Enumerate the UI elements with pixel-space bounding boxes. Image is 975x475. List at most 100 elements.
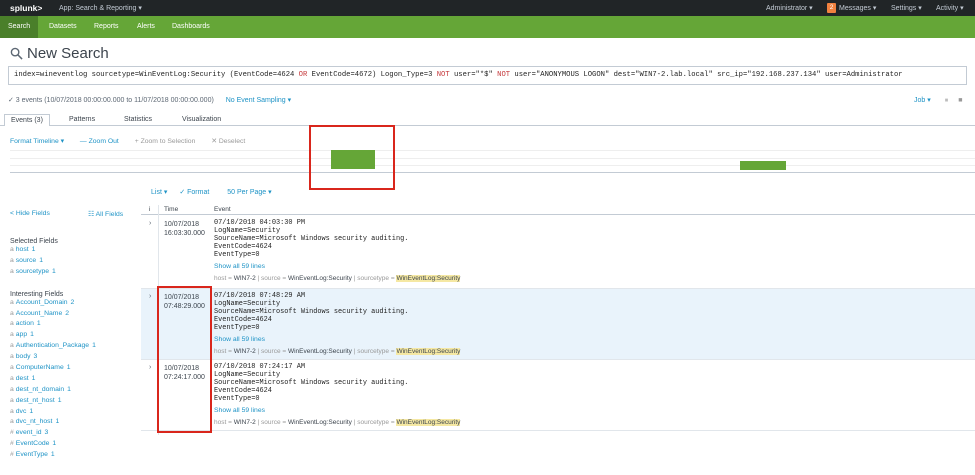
format-timeline-menu[interactable]: Format Timeline ▾: [10, 138, 64, 145]
timeline-chart[interactable]: [10, 148, 975, 176]
meta-sourcetype-value[interactable]: WinEventLog:Security: [396, 419, 461, 426]
field-name[interactable]: dest_nt_domain: [16, 386, 64, 393]
messages-menu[interactable]: Messages ▾: [839, 4, 876, 12]
nav-dashboards[interactable]: Dashboards: [172, 16, 210, 38]
activity-menu[interactable]: Activity ▾: [936, 4, 964, 12]
zoom-to-selection-button[interactable]: + Zoom to Selection: [135, 138, 196, 145]
field-name[interactable]: sourcetype: [16, 268, 49, 275]
field-item[interactable]: a dvc 1: [10, 407, 150, 418]
meta-source-value[interactable]: WinEventLog:Security: [288, 348, 352, 355]
tab-events[interactable]: Events (3): [4, 114, 50, 126]
field-item[interactable]: a Authentication_Package 1: [10, 341, 150, 352]
deselect-button[interactable]: ✕ Deselect: [211, 138, 245, 145]
field-name[interactable]: body: [16, 353, 31, 360]
event-sampling-dropdown[interactable]: No Event Sampling ▾: [226, 97, 291, 104]
field-name[interactable]: dest: [16, 375, 29, 382]
field-item[interactable]: # EventType 1: [10, 450, 150, 461]
event-row[interactable]: › 10/07/2018 07:48:29.000 07/10/2018 07:48:…: [141, 289, 975, 360]
field-name[interactable]: action: [16, 320, 34, 327]
field-name[interactable]: Account_Domain: [16, 299, 68, 306]
format-menu[interactable]: ✓ Format: [179, 189, 209, 196]
fields-sidebar: < Hide Fields ☷ All Fields Selected Fiel…: [10, 210, 150, 461]
meta-sourcetype-value[interactable]: WinEventLog:Security: [396, 275, 461, 282]
field-item[interactable]: a ComputerName 1: [10, 363, 150, 374]
stop-icon[interactable]: ■: [958, 97, 962, 104]
meta-source-value[interactable]: WinEventLog:Security: [288, 275, 352, 282]
field-item[interactable]: a dest_nt_host 1: [10, 396, 150, 407]
job-menu[interactable]: Job ▾ ⏸ ■: [914, 96, 962, 105]
tab-statistics[interactable]: Statistics: [118, 114, 158, 126]
nav-datasets[interactable]: Datasets: [49, 16, 77, 38]
show-all-lines-link[interactable]: Show all 59 lines: [214, 336, 265, 343]
field-name[interactable]: dest_nt_host: [16, 397, 55, 404]
field-name[interactable]: app: [16, 331, 27, 338]
field-item[interactable]: a sourcetype 1: [10, 267, 150, 278]
field-count: 1: [55, 418, 60, 426]
field-item[interactable]: # event_id 3: [10, 428, 150, 439]
field-item[interactable]: # EventCode 1: [10, 439, 150, 450]
field-item[interactable]: a dest 1: [10, 374, 150, 385]
meta-source-value[interactable]: WinEventLog:Security: [288, 419, 352, 426]
field-item[interactable]: a Account_Name 2: [10, 309, 150, 320]
event-time[interactable]: 10/07/2018 16:03:30.000: [164, 220, 205, 238]
timeline-gridline: [10, 158, 975, 159]
field-type-icon: a: [10, 418, 14, 426]
show-all-lines-link[interactable]: Show all 59 lines: [214, 263, 265, 270]
expand-chevron-icon[interactable]: ›: [149, 293, 151, 300]
hide-fields-button[interactable]: < Hide Fields: [10, 210, 50, 217]
field-item[interactable]: a dvc_nt_host 1: [10, 417, 150, 428]
show-all-lines-link[interactable]: Show all 59 lines: [214, 407, 265, 414]
event-metadata: host = WIN7-2 | source = WinEventLog:Sec…: [214, 275, 461, 282]
query-text: user="*$": [449, 71, 498, 79]
tab-patterns[interactable]: Patterns: [63, 114, 101, 126]
field-name[interactable]: EventCode: [16, 440, 50, 447]
expand-chevron-icon[interactable]: ›: [149, 220, 151, 227]
field-name[interactable]: EventType: [16, 451, 48, 458]
field-name[interactable]: dvc_nt_host: [16, 418, 53, 425]
nav-reports[interactable]: Reports: [94, 16, 119, 38]
field-name[interactable]: event_id: [16, 429, 42, 436]
field-item[interactable]: a source 1: [10, 256, 150, 267]
nav-search[interactable]: Search: [0, 16, 39, 38]
meta-sourcetype-value[interactable]: WinEventLog:Security: [396, 348, 461, 355]
field-type-icon: a: [10, 331, 14, 339]
field-name[interactable]: Authentication_Package: [16, 342, 89, 349]
field-type-icon: a: [10, 298, 14, 306]
nav-alerts[interactable]: Alerts: [137, 16, 155, 38]
per-page-menu[interactable]: 50 Per Page ▾: [227, 189, 271, 196]
field-name[interactable]: ComputerName: [16, 364, 64, 371]
event-row[interactable]: › 10/07/2018 07:24:17.000 07/10/2018 07:24:…: [141, 360, 975, 431]
expand-chevron-icon[interactable]: ›: [149, 364, 151, 371]
app-menu[interactable]: App: Search & Reporting ▾: [59, 4, 142, 12]
meta-host-value[interactable]: WIN7-2: [234, 348, 256, 355]
field-count: 2: [65, 309, 70, 317]
all-fields-button[interactable]: ☷ All Fields: [88, 210, 123, 218]
field-type-icon: #: [10, 440, 14, 448]
query-text: EventCode=4672) Logon_Type=3: [307, 71, 437, 79]
meta-host-value[interactable]: WIN7-2: [234, 275, 256, 282]
tab-visualization[interactable]: Visualization: [176, 114, 227, 126]
field-name[interactable]: host: [16, 246, 29, 253]
event-text: 07/10/2018 07:48:29 AM LogName=Security …: [214, 292, 409, 332]
event-row[interactable]: › 10/07/2018 16:03:30.000 07/10/2018 04:03:…: [141, 216, 975, 289]
search-query-input[interactable]: index=wineventlog sourcetype=WinEventLog…: [8, 66, 967, 85]
field-item[interactable]: a action 1: [10, 319, 150, 330]
field-item[interactable]: a app 1: [10, 330, 150, 341]
meta-host-value[interactable]: WIN7-2: [234, 419, 256, 426]
field-count: 2: [70, 298, 75, 306]
field-item[interactable]: a host 1: [10, 245, 150, 256]
field-item[interactable]: a body 3: [10, 352, 150, 363]
column-header-time[interactable]: Time: [164, 206, 178, 213]
administrator-menu[interactable]: Administrator ▾: [766, 4, 813, 12]
timeline-bar[interactable]: [740, 161, 786, 170]
list-view-menu[interactable]: List ▾: [151, 189, 167, 196]
field-item[interactable]: a dest_nt_domain 1: [10, 385, 150, 396]
field-item[interactable]: a Account_Domain 2: [10, 298, 150, 309]
field-name[interactable]: dvc: [16, 408, 27, 415]
splunk-logo[interactable]: splunk>: [10, 3, 42, 13]
settings-menu[interactable]: Settings ▾: [891, 4, 922, 12]
field-name[interactable]: Account_Name: [16, 310, 62, 317]
field-name[interactable]: source: [16, 257, 36, 264]
zoom-out-button[interactable]: — Zoom Out: [80, 138, 119, 145]
pause-icon[interactable]: ⏸: [945, 97, 949, 104]
